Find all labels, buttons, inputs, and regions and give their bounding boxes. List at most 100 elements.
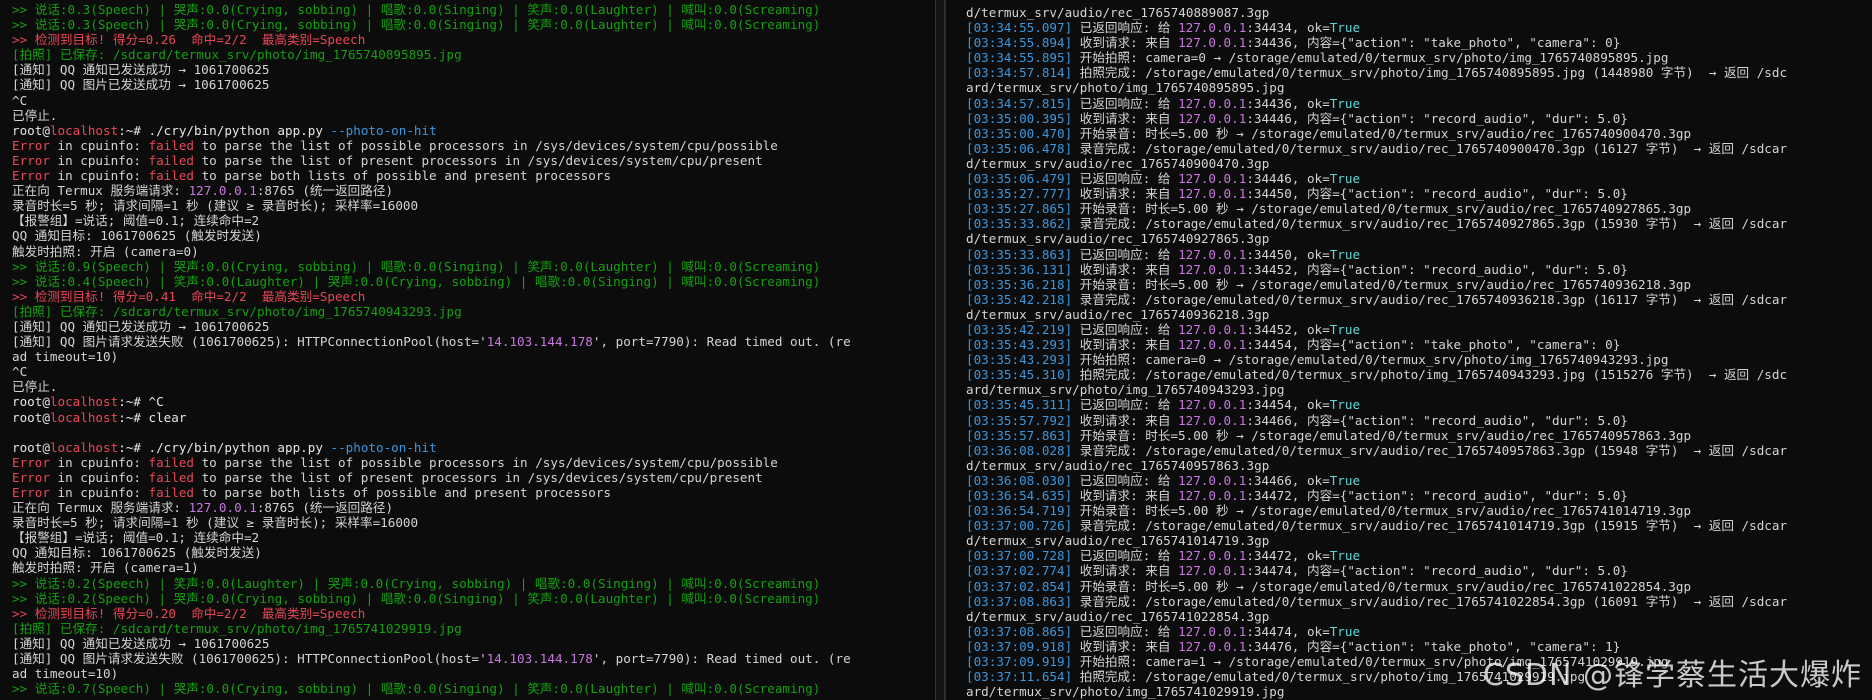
terminal-line: >> 检测到目标! 得分=0.26 命中=2/2 最高类别=Speech	[12, 32, 935, 47]
failed-word: failed	[148, 137, 195, 153]
ip-address: 127.0.0.1	[1178, 397, 1247, 413]
ip-address: 127.0.0.1	[188, 183, 257, 199]
failed-word: failed	[148, 469, 195, 485]
line-text: 收到请求: 来自	[1072, 563, 1179, 579]
line-text: :34472, 内容={"action": "record_audio", "d…	[1246, 488, 1628, 503]
terminal-line: [03:37:00.726] 录音完成: /storage/emulated/0…	[966, 518, 1872, 533]
terminal-line: 【报警组】=说话; 阈值=0.1; 连续命中=2	[12, 530, 935, 545]
terminal-line: [03:35:42.219] 已返回响应: 给 127.0.0.1:34452,…	[966, 322, 1872, 337]
ip-address: 127.0.0.1	[1178, 95, 1247, 111]
pane-divider[interactable]	[935, 0, 945, 700]
log-timestamp: [03:35:42.219]	[966, 321, 1073, 337]
line-text: d/termux_srv/audio/rec_1765740936218.3gp	[966, 306, 1270, 322]
error-label: Error	[12, 454, 50, 470]
line-text: 已返回响应: 给	[1072, 472, 1179, 488]
line-text: 录音完成: /storage/emulated/0/termux_srv/aud…	[1072, 518, 1788, 534]
log-timestamp: [03:35:43.293]	[966, 352, 1073, 368]
terminal-line: ad timeout=10)	[12, 349, 935, 364]
log-timestamp: [03:35:42.218]	[966, 291, 1073, 307]
terminal-line: ad timeout=10)	[12, 666, 935, 681]
terminal-line: >> 说话:0.4(Speech) | 笑声:0.0(Laughter) | 哭…	[12, 274, 935, 289]
line-text: 正在向 Termux 服务端请求:	[12, 500, 189, 516]
line-text: in cpuinfo:	[49, 168, 149, 184]
terminal-line: [03:36:54.635] 收到请求: 来自 127.0.0.1:34472,…	[966, 488, 1872, 503]
line-text: >> 检测到目标! 得分=0.41 命中=2/2 最高类别=Speech	[12, 288, 366, 304]
failed-word: failed	[148, 454, 195, 470]
terminal-line: Error in cpuinfo: failed to parse the li…	[12, 138, 935, 153]
terminal-line: [03:37:02.854] 开始录音: 时长=5.00 秒 → /storag…	[966, 579, 1872, 594]
log-timestamp: [03:37:11.654]	[966, 669, 1073, 685]
line-text: 录音时长=5 秒; 请求间隔=1 秒 (建议 ≥ 录音时长); 采样率=1600…	[12, 515, 419, 531]
command-text: clear	[140, 409, 187, 425]
right-terminal-pane[interactable]: d/termux_srv/audio/rec_1765740889087.3gp…	[945, 0, 1872, 700]
line-text: 拍照完成: /storage/emulated/0/termux_srv/pho…	[1072, 65, 1788, 81]
failed-word: failed	[148, 152, 195, 168]
terminal-line: root@localhost:~# clear	[12, 410, 935, 425]
log-timestamp: [03:35:45.310]	[966, 367, 1073, 383]
log-timestamp: [03:34:55.097]	[966, 20, 1073, 36]
log-timestamp: [03:35:36.131]	[966, 261, 1073, 277]
line-text: 开始录音: 时长=5.00 秒 → /storage/emulated/0/te…	[1072, 201, 1692, 217]
line-text: d/termux_srv/audio/rec_1765740957863.3gp	[966, 457, 1270, 473]
terminal-line: root@localhost:~# ./cry/bin/python app.p…	[12, 123, 935, 138]
line-text: 录音完成: /storage/emulated/0/termux_srv/aud…	[1072, 216, 1788, 232]
error-label: Error	[12, 137, 50, 153]
terminal-line: [03:35:43.293] 收到请求: 来自 127.0.0.1:34454,…	[966, 337, 1872, 352]
line-text: :34454, ok=	[1246, 397, 1330, 413]
terminal-line: [通知] QQ 通知已发送成功 → 1061700625	[12, 319, 935, 334]
line-text: 收到请求: 来自	[1072, 110, 1179, 126]
prompt-user: root	[12, 409, 43, 425]
terminal-line: [通知] QQ 通知已发送成功 → 1061700625	[12, 636, 935, 651]
terminal-line: Error in cpuinfo: failed to parse both l…	[12, 485, 935, 500]
line-text: 【报警组】=说话; 阈值=0.1; 连续命中=2	[12, 213, 260, 229]
line-text: [通知] QQ 通知已发送成功 → 1061700625	[12, 62, 270, 78]
log-timestamp: [03:35:00.470]	[966, 125, 1073, 141]
prompt-host: localhost	[49, 409, 119, 425]
log-timestamp: [03:35:36.218]	[966, 276, 1073, 292]
line-text: d/termux_srv/audio/rec_1765740889087.3gp	[966, 5, 1270, 20]
line-text: :34454, 内容={"action": "take_photo", "cam…	[1246, 337, 1621, 353]
terminal-line: [03:35:45.311] 已返回响应: 给 127.0.0.1:34454,…	[966, 397, 1872, 412]
terminal-line: [03:34:55.097] 已返回响应: 给 127.0.0.1:34434,…	[966, 20, 1872, 35]
terminal-line: [03:37:00.728] 已返回响应: 给 127.0.0.1:34472,…	[966, 548, 1872, 563]
line-text: ard/termux_srv/photo/img_1765740895895.j…	[966, 80, 1285, 96]
terminal-line: [03:37:08.863] 录音完成: /storage/emulated/0…	[966, 594, 1872, 609]
log-timestamp: [03:37:00.726]	[966, 518, 1073, 534]
terminal-line: >> 检测到目标! 得分=0.20 命中=2/2 最高类别=Speech	[12, 606, 935, 621]
line-text: :34446, 内容={"action": "record_audio", "d…	[1246, 110, 1628, 126]
line-text: 已返回响应: 给	[1072, 171, 1179, 187]
log-timestamp: [03:37:02.854]	[966, 578, 1073, 594]
line-text: :34446, ok=	[1246, 171, 1330, 187]
log-timestamp: [03:37:09.918]	[966, 638, 1073, 654]
terminal-line: QQ 通知目标: 1061700625 (触发时发送)	[12, 545, 935, 560]
line-text: >> 说话:0.9(Speech) | 哭声:0.0(Crying, sobbi…	[12, 258, 821, 274]
ip-address: 127.0.0.1	[1178, 321, 1247, 337]
terminal-line: [拍照] 已保存: /sdcard/termux_srv/photo/img_1…	[12, 304, 935, 319]
log-timestamp: [03:37:08.863]	[966, 593, 1073, 609]
log-timestamp: [03:35:33.862]	[966, 216, 1073, 232]
ip-address: 127.0.0.1	[1178, 337, 1247, 353]
terminal-line: 已停止.	[12, 379, 935, 394]
terminal-line: [03:34:57.814] 拍照完成: /storage/emulated/0…	[966, 65, 1872, 80]
terminal-line: d/termux_srv/audio/rec_1765740957863.3gp	[966, 458, 1872, 473]
line-text: 开始录音: 时长=5.00 秒 → /storage/emulated/0/te…	[1072, 427, 1692, 443]
line-text: 触发时拍照: 开启 (camera=1)	[12, 560, 199, 576]
line-text: 收到请求: 来自	[1072, 412, 1179, 428]
line-text: [拍照] 已保存: /sdcard/termux_srv/photo/img_1…	[12, 47, 462, 63]
prompt-user: root	[12, 394, 43, 410]
ip-address: 127.0.0.1	[1178, 412, 1247, 428]
line-text: in cpuinfo:	[49, 454, 149, 470]
terminal-line: d/termux_srv/audio/rec_1765740900470.3gp	[966, 156, 1872, 171]
line-text: ad timeout=10)	[12, 666, 119, 682]
terminal-line: [03:36:54.719] 开始录音: 时长=5.00 秒 → /storag…	[966, 503, 1872, 518]
terminal-line: 触发时拍照: 开启 (camera=0)	[12, 244, 935, 259]
ip-address: 127.0.0.1	[1178, 171, 1247, 187]
ip-address: 127.0.0.1	[1178, 246, 1247, 262]
command-flag: --photo-on-hit	[330, 122, 437, 138]
terminal-line: [03:35:00.470] 开始录音: 时长=5.00 秒 → /storag…	[966, 126, 1872, 141]
line-text: 开始录音: 时长=5.00 秒 → /storage/emulated/0/te…	[1072, 125, 1692, 141]
line-text: to parse both lists of possible and pres…	[194, 168, 612, 184]
log-timestamp: [03:36:08.030]	[966, 472, 1073, 488]
left-terminal-pane[interactable]: >> 说话:0.3(Speech) | 哭声:0.0(Crying, sobbi…	[0, 0, 935, 700]
line-text: 收到请求: 来自	[1072, 186, 1179, 202]
